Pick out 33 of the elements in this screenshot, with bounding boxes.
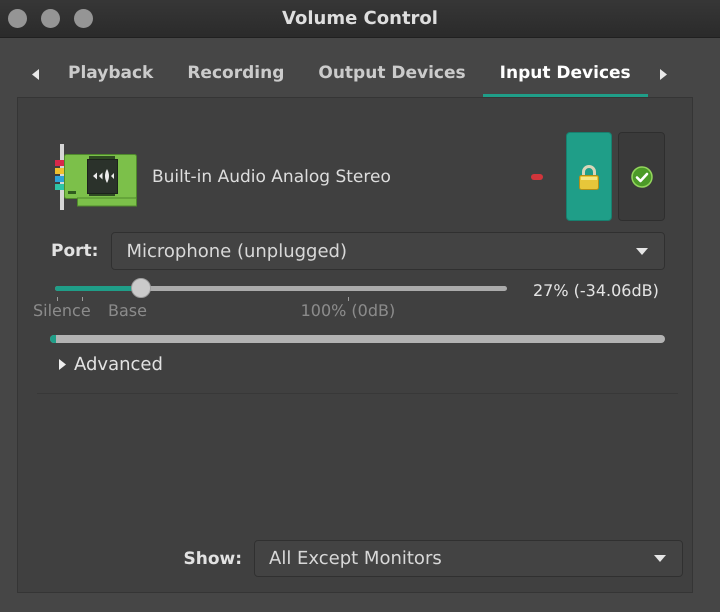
device-name: Built-in Audio Analog Stereo [152,166,392,186]
volume-slider-track[interactable] [55,278,507,298]
minus-icon [531,174,543,180]
sound-card-icon [55,144,139,210]
show-label: Show: [183,548,242,568]
close-button[interactable] [8,9,27,28]
minimize-button[interactable] [41,9,60,28]
caret-icon [636,248,648,254]
caret-icon [59,358,66,370]
tab[interactable]: Playback [51,38,170,97]
show-dropdown[interactable]: All Except Monitors [254,540,683,577]
volume-reading: 27% (-34.06dB) [533,281,659,300]
set-default-button[interactable] [618,132,665,221]
padlock-icon [578,164,600,190]
scale-label: Silence [33,301,91,320]
scale-label: Base [108,301,147,320]
scale-label: 100% (0dB) [300,301,396,320]
tick-mark [57,297,58,301]
slider-thumb[interactable] [130,278,151,298]
left-arrow-icon [32,69,39,80]
tick-mark [348,297,349,301]
port-label: Port: [51,241,98,261]
tick-mark [82,297,84,301]
check-circle-icon [630,166,652,188]
window-title: Volume Control [282,8,438,29]
tab[interactable]: Output Devices [301,38,483,97]
caret-icon [654,555,666,562]
advanced-expander[interactable]: Advanced [59,353,163,375]
right-arrow-icon [660,69,667,80]
lock-button[interactable] [566,132,612,221]
maximize-button[interactable] [74,9,93,28]
tab[interactable]: Recording [170,38,302,97]
port-dropdown[interactable]: Microphone (unplugged) [111,232,665,270]
